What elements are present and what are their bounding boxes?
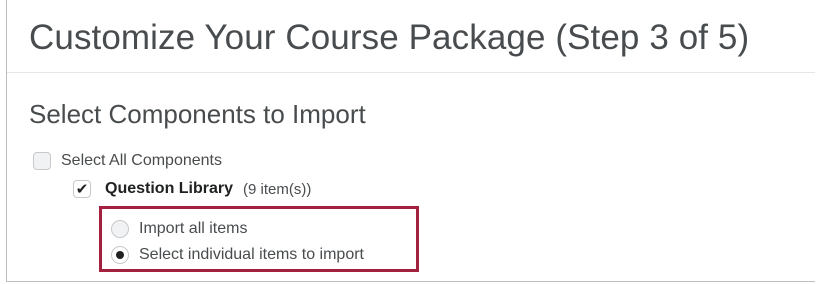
- import-all-items-option[interactable]: Import all items: [111, 220, 247, 238]
- select-individual-items-option[interactable]: Select individual items to import: [111, 246, 364, 264]
- checkmark-icon: ✔: [75, 180, 89, 198]
- import-all-items-radio[interactable]: [111, 220, 129, 238]
- select-all-checkbox[interactable]: [33, 152, 51, 170]
- select-individual-items-radio[interactable]: [111, 246, 129, 264]
- question-library-count: (9 item(s)): [243, 180, 312, 198]
- select-all-label: Select All Components: [61, 152, 222, 169]
- import-panel: Customize Your Course Package (Step 3 of…: [6, 0, 815, 282]
- question-library-label: Question Library: [105, 180, 234, 197]
- select-all-components-row[interactable]: Select All Components: [33, 152, 222, 170]
- question-library-checkbox[interactable]: ✔: [73, 180, 91, 198]
- select-individual-items-label: Select individual items to import: [139, 246, 364, 263]
- import-all-items-label: Import all items: [139, 220, 248, 237]
- question-library-row[interactable]: ✔ Question Library (9 item(s)): [73, 180, 311, 198]
- header-divider: [7, 72, 815, 73]
- section-title: Select Components to Import: [29, 99, 366, 129]
- radio-selected-dot: [116, 251, 124, 259]
- page-title: Customize Your Course Package (Step 3 of…: [29, 18, 750, 57]
